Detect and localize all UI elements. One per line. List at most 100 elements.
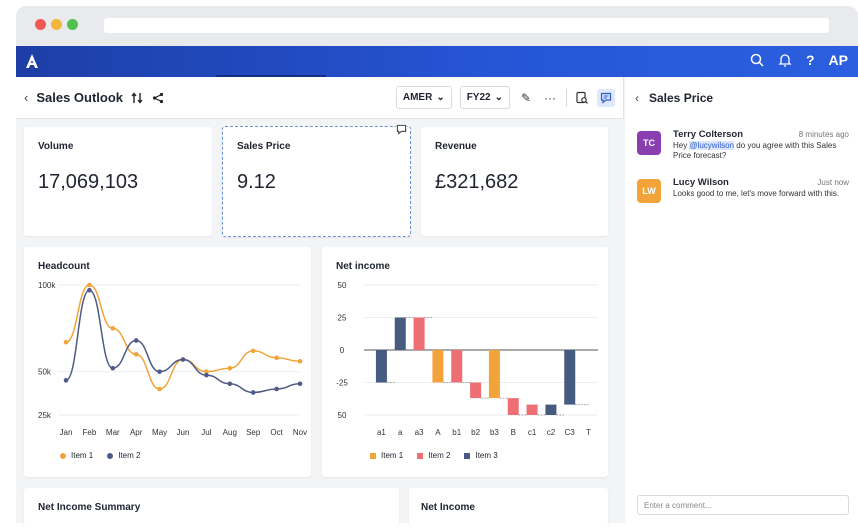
account-initials[interactable]: AP (829, 52, 848, 68)
data-point (157, 369, 162, 374)
waterfall-bar (488, 350, 500, 399)
legend-item[interactable]: Item 1 (60, 451, 93, 460)
page-title: Sales Outlook (36, 90, 124, 105)
year-value: FY22 (466, 92, 491, 103)
data-point (250, 348, 256, 354)
comment-text: Looks good to me, let's move forward wit… (673, 189, 840, 198)
avatar[interactable]: TC (637, 131, 661, 155)
legend-label: Item 2 (118, 451, 141, 460)
comment-input[interactable]: Enter a comment... (637, 495, 849, 515)
waterfall-bar (564, 350, 576, 405)
data-point (204, 372, 209, 378)
search-icon[interactable] (750, 53, 764, 67)
data-point (110, 326, 116, 331)
data-point (87, 287, 92, 293)
legend-swatch (370, 452, 376, 459)
kpi-value: 17,069,103 (38, 171, 139, 193)
legend-item[interactable]: Item 2 (107, 451, 140, 460)
back-chevron-icon[interactable]: ‹ (24, 90, 28, 105)
x-tick-label: a1 (377, 428, 386, 437)
net-income-card[interactable]: Net Income (409, 488, 608, 528)
legend-item[interactable]: Item 2 (417, 451, 450, 460)
kpi-card-revenue[interactable]: Revenue £321,682 (421, 127, 608, 236)
kpi-label: Volume (38, 141, 74, 152)
comment-time: 8 minutes ago (798, 130, 849, 139)
data-point (133, 352, 139, 357)
x-tick-label: B (511, 428, 516, 437)
bell-icon[interactable] (778, 53, 792, 67)
minimize-dot[interactable] (51, 19, 62, 30)
net-income-chart: 50 25 0 -25 50 a1 a a3 Ab1 b2 b3 Bc1 c2 C3 T (336, 281, 598, 437)
y-tick-label: 50 (338, 281, 347, 290)
year-dropdown[interactable]: FY22 ⌄ (459, 86, 510, 109)
swap-icon[interactable] (131, 91, 144, 104)
x-tick-label: a (398, 428, 403, 437)
data-point (87, 282, 92, 288)
comments-panel: ‹ Sales Price TC Terry Colterson 8 minut… (625, 77, 858, 523)
data-point (227, 365, 233, 371)
legend-swatch (464, 452, 471, 459)
legend-item[interactable]: Item 1 (370, 451, 403, 460)
maximize-dot[interactable] (67, 19, 78, 30)
chart-title: Headcount (38, 261, 90, 272)
app-logo-icon[interactable] (24, 53, 40, 69)
chart-title: Net income (336, 261, 390, 272)
x-tick-label: c1 (528, 428, 537, 437)
avatar[interactable]: LW (637, 179, 661, 203)
region-value: AMER (402, 92, 433, 103)
y-tick-label: 50 (338, 411, 347, 420)
kpi-label: Revenue (435, 141, 477, 152)
data-point (63, 378, 69, 383)
legend-swatch (417, 452, 424, 459)
legend-swatch (60, 452, 66, 459)
data-point (274, 355, 279, 361)
x-tick-label: Mar (106, 428, 120, 437)
back-chevron-icon[interactable]: ‹ (635, 91, 639, 105)
headcount-chart: 100k 50k 25k Jan Feb Mar Apr May Jun Jul Aug Sep Oct… (38, 281, 307, 437)
net-income-legend: Item 1 Item 2 Item 3 (370, 451, 498, 460)
waterfall-bar (375, 350, 387, 383)
net-income-summary-card[interactable]: Net Income Summary (24, 488, 399, 528)
comment-text: Hey @lucywilson do you agree with this S… (673, 141, 849, 161)
app-body: ‹ Sales Outlook AMER ⌄ FY22 ⌄ ✎ ··· Volume… (16, 77, 858, 528)
legend-item[interactable]: Item 3 (464, 451, 498, 460)
pencil-icon[interactable]: ✎ (518, 91, 534, 105)
more-icon[interactable]: ··· (542, 91, 558, 105)
net-income-chart-card[interactable]: Net income 50 25 0 -25 50 a1 a a3 Ab1 b2 b3 Bc1 c2 C3… (322, 247, 608, 477)
x-tick-label: a3 (415, 428, 424, 437)
kpi-card-volume[interactable]: Volume 17,069,103 (24, 127, 212, 236)
x-tick-label: May (152, 428, 167, 437)
browser-chrome (16, 6, 858, 46)
legend-label: Item 1 (71, 451, 94, 460)
panel-header: ‹ Sales Price (635, 91, 713, 105)
data-point (297, 358, 303, 364)
data-point (227, 381, 233, 387)
comments-button[interactable] (597, 88, 615, 107)
waterfall-bar (432, 350, 444, 383)
data-point (133, 338, 139, 343)
x-tick-label: T (586, 428, 591, 437)
headcount-legend: Item 1 Item 2 (60, 451, 140, 460)
comment-marker-icon[interactable] (396, 124, 407, 135)
x-tick-label: Apr (130, 428, 143, 437)
page-toolbar: ‹ Sales Outlook AMER ⌄ FY22 ⌄ ✎ ··· (16, 77, 624, 119)
x-tick-label: Jan (60, 428, 73, 437)
share-icon[interactable] (152, 92, 164, 104)
card-title: Net Income (421, 502, 475, 513)
divider (566, 88, 567, 107)
help-icon[interactable]: ? (806, 52, 815, 68)
kpi-card-sales-price[interactable]: Sales Price 9.12 (222, 124, 411, 237)
headcount-chart-card[interactable]: Headcount 100k 50k 25k Jan Feb Mar Apr May Jun Ju… (24, 247, 311, 477)
waterfall-bar (470, 382, 482, 399)
address-bar[interactable] (104, 18, 829, 33)
region-dropdown[interactable]: AMER ⌄ (395, 86, 452, 109)
x-tick-label: Jun (177, 428, 190, 437)
mention-link[interactable]: @lucywilson (689, 141, 735, 150)
y-tick-label: 25k (38, 411, 52, 420)
waterfall-bar (394, 317, 406, 350)
x-tick-label: Jul (201, 428, 211, 437)
x-tick-label: b2 (471, 428, 480, 437)
comment-text-part: Hey (673, 141, 690, 150)
close-dot[interactable] (35, 19, 46, 30)
document-search-icon[interactable] (575, 91, 589, 105)
